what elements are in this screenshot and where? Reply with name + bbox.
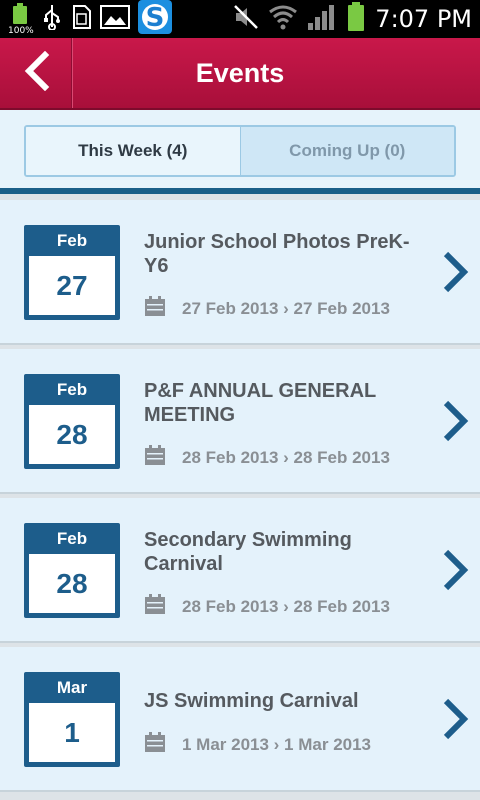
calendar-date-badge: Feb 28 — [24, 523, 120, 618]
app-bar: Events — [0, 38, 480, 110]
back-button[interactable] — [0, 38, 72, 108]
calendar-date-badge: Feb 27 — [24, 225, 120, 320]
back-chevron-icon — [21, 50, 51, 96]
signal-icon — [307, 3, 337, 36]
status-bar-notifications: 100% S — [6, 0, 172, 39]
event-title: Secondary Swimming Carnival — [144, 529, 352, 575]
mute-icon — [233, 4, 259, 35]
calendar-date-badge: Mar 1 — [24, 672, 120, 767]
event-day: 27 — [29, 256, 115, 315]
usb-icon — [42, 4, 62, 35]
event-title: JS Swimming Carnival — [144, 690, 359, 712]
event-date-range: 28 Feb 2013 › 28 Feb 2013 — [144, 444, 390, 471]
event-dates-text: 1 Mar 2013 › 1 Mar 2013 — [182, 734, 372, 754]
tab-this-week[interactable]: This Week (4) — [26, 127, 240, 175]
calendar-icon — [144, 731, 166, 758]
s-app-icon: S — [138, 0, 172, 39]
event-title: Junior School Photos PreK-Y6 — [144, 231, 410, 277]
chevron-right-icon[interactable] — [440, 250, 470, 294]
event-row[interactable]: Feb 28 P&F ANNUAL GENERAL MEETING 28 Feb… — [0, 349, 480, 494]
status-bar: 100% S 7:07 PM — [0, 0, 480, 38]
event-title: P&F ANNUAL GENERAL MEETING — [144, 380, 376, 426]
tabs-area: This Week (4) Coming Up (0) — [0, 110, 480, 194]
status-bar-system: 7:07 PM — [233, 1, 472, 37]
battery-percent-label: 100% — [8, 26, 34, 36]
wifi-icon — [269, 4, 298, 35]
calendar-icon — [144, 444, 166, 471]
event-month: Feb — [56, 529, 88, 548]
event-date-range: 28 Feb 2013 › 28 Feb 2013 — [144, 593, 390, 620]
segmented-control: This Week (4) Coming Up (0) — [24, 125, 456, 177]
event-dates-text: 28 Feb 2013 › 28 Feb 2013 — [182, 596, 390, 616]
event-month: Feb — [56, 380, 88, 399]
event-dates-text: 27 Feb 2013 › 27 Feb 2013 — [182, 298, 390, 318]
event-date-range: 1 Mar 2013 › 1 Mar 2013 — [144, 731, 371, 758]
battery-icon — [347, 1, 365, 37]
page-title: Events — [195, 58, 285, 88]
battery-full-icon: 100% — [6, 2, 34, 36]
event-row[interactable]: Mar 1 JS Swimming Carnival 1 Mar 2013 › … — [0, 647, 480, 792]
clock: 7:07 PM — [375, 5, 472, 33]
event-day: 1 — [29, 703, 115, 762]
svg-text:S: S — [146, 3, 165, 33]
calendar-date-badge: Feb 28 — [24, 374, 120, 469]
event-day: 28 — [29, 554, 115, 613]
gallery-image-icon — [100, 4, 130, 34]
event-row[interactable]: Feb 27 Junior School Photos PreK-Y6 27 F… — [0, 200, 480, 345]
event-month: Mar — [56, 678, 88, 697]
chevron-right-icon[interactable] — [440, 399, 470, 443]
tab-coming-up[interactable]: Coming Up (0) — [239, 127, 454, 175]
calendar-icon — [144, 295, 166, 322]
chevron-right-icon[interactable] — [440, 697, 470, 741]
event-date-range: 27 Feb 2013 › 27 Feb 2013 — [144, 295, 390, 322]
calendar-icon — [144, 593, 166, 620]
event-day: 28 — [29, 405, 115, 464]
event-month: Feb — [56, 231, 88, 250]
event-dates-text: 28 Feb 2013 › 28 Feb 2013 — [182, 447, 390, 467]
chevron-right-icon[interactable] — [440, 548, 470, 592]
sd-card-icon — [70, 4, 92, 35]
event-row[interactable]: Feb 28 Secondary Swimming Carnival 28 Fe… — [0, 498, 480, 643]
